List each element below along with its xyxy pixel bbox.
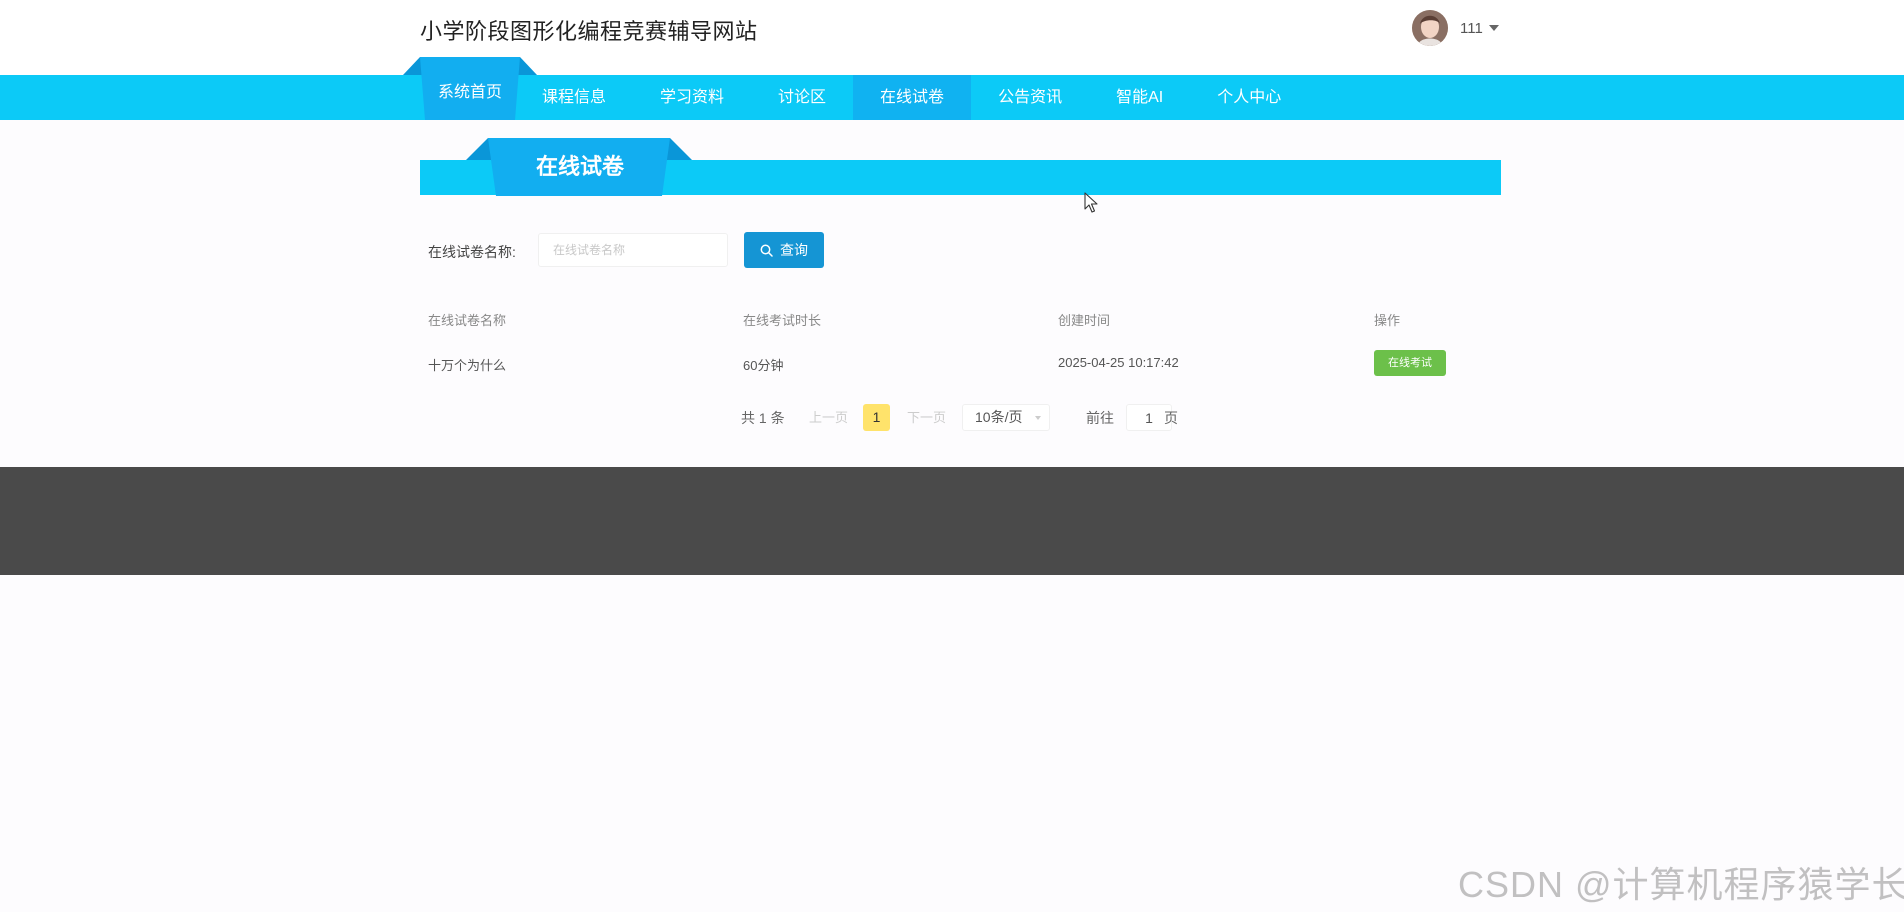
nav-item-online-exam[interactable]: 在线试卷 [853,75,972,120]
nav-item-profile[interactable]: 个人中心 [1190,75,1308,120]
pagination-next[interactable]: 下一页 [907,410,946,426]
table-header-action: 操作 [1374,313,1401,328]
nav-item-forum[interactable]: 讨论区 [751,75,853,120]
search-label: 在线试卷名称: [428,244,516,260]
avatar[interactable] [1412,10,1448,46]
nav-item-ai[interactable]: 智能AI [1089,75,1190,120]
page-size-value: 10条/页 [975,409,1023,425]
table-cell-created: 2025-04-25 10:17:42 [1058,355,1179,370]
table-cell-name: 十万个为什么 [428,358,507,373]
search-button-label: 查询 [780,242,808,258]
search-icon [760,244,773,257]
pagination-total: 共 1 条 [741,410,785,426]
nav-item-announcements[interactable]: 公告资讯 [971,75,1089,120]
nav-item-courses[interactable]: 课程信息 [515,75,633,120]
take-exam-button[interactable]: 在线考试 [1374,350,1446,376]
page-footer [0,467,1904,575]
search-button[interactable]: 查询 [744,232,824,268]
nav-item-home-label[interactable]: 系统首页 [420,57,520,109]
table-header-name: 在线试卷名称 [428,313,507,328]
table-cell-duration: 60分钟 [743,358,784,373]
user-menu[interactable]: 111 [1412,10,1499,46]
nav-item-materials[interactable]: 学习资料 [633,75,751,120]
pagination-page-unit: 页 [1164,410,1178,426]
pagination-prev[interactable]: 上一页 [809,410,848,426]
main-nav: 系统首页 课程信息 学习资料 讨论区 在线试卷 公告资讯 智能AI 个人中心 [420,75,1308,120]
pagination-current-page[interactable]: 1 [863,404,890,431]
page-size-select[interactable]: 10条/页 [962,404,1050,431]
pagination-goto-label: 前往 [1086,410,1114,426]
table-header-created: 创建时间 [1058,313,1111,328]
section-title: 在线试卷 [535,154,624,179]
chevron-down-icon[interactable] [1488,25,1499,31]
search-input[interactable] [538,233,728,267]
top-header [0,0,1904,75]
avatar-image [1412,10,1448,46]
site-title: 小学阶段图形化编程竞赛辅导网站 [420,19,758,44]
watermark: CSDN @计算机程序猿学长 [1458,864,1904,905]
chevron-down-icon [1035,416,1041,420]
mouse-cursor-icon [1084,192,1098,213]
username[interactable]: 111 [1460,20,1483,37]
table-header-duration: 在线考试时长 [743,313,822,328]
